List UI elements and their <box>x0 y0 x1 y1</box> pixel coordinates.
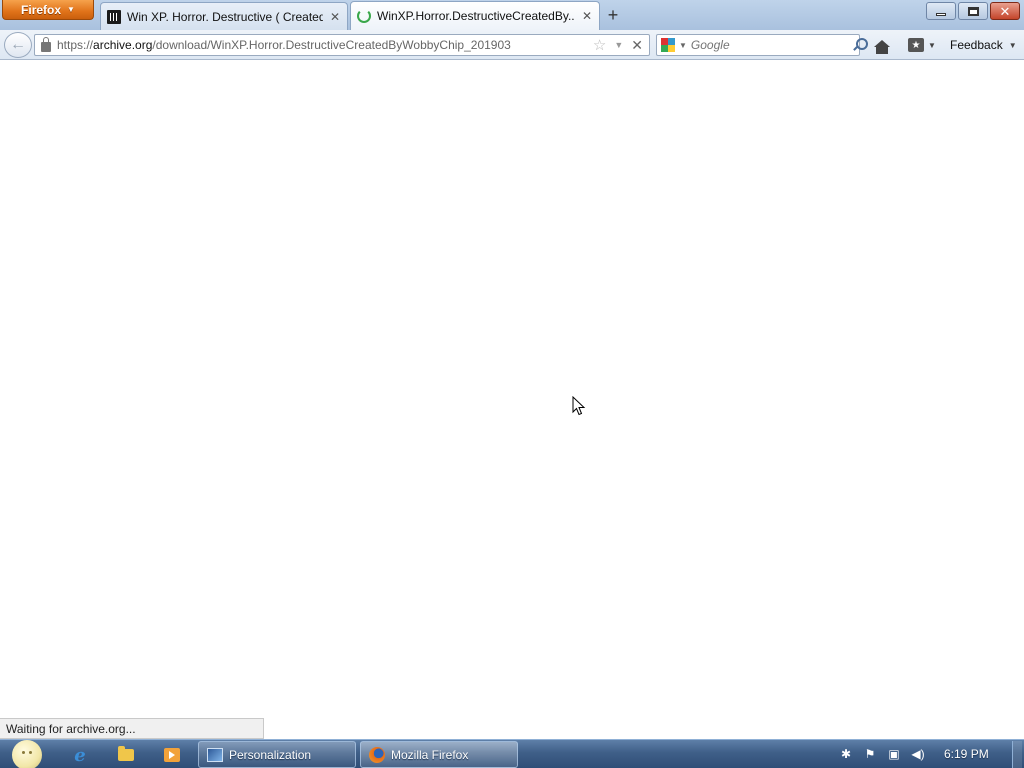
new-tab-button[interactable]: + <box>600 3 626 27</box>
title-bar: Firefox ▼ Win XP. Horror. Destructive ( … <box>0 0 1024 30</box>
volume-icon[interactable]: ◀) <box>910 746 926 762</box>
folder-icon <box>118 746 134 761</box>
archive-icon <box>107 9 121 24</box>
status-text: Waiting for archive.org... <box>6 722 136 736</box>
internet-explorer-icon: e <box>74 744 86 766</box>
search-bar: ▼ <box>656 34 869 56</box>
chevron-down-icon: ▼ <box>928 40 936 50</box>
minimize-button[interactable] <box>926 2 956 20</box>
chevron-down-icon: ▼ <box>1008 40 1017 50</box>
system-tray: ✱ ⚑ ▣ ◀) <box>838 746 926 762</box>
chevron-down-icon: ▼ <box>67 5 75 14</box>
search-input[interactable] <box>690 38 848 52</box>
personalization-icon <box>207 747 223 762</box>
start-button[interactable] <box>8 739 46 768</box>
page-content <box>0 61 1024 739</box>
history-dropdown-icon[interactable]: ▼ <box>614 40 623 50</box>
back-button[interactable]: ← <box>4 32 32 58</box>
taskbar: e Personalization Mozilla Firefox ✱ ⚑ ▣ … <box>0 739 1024 768</box>
tab-archive-page[interactable]: Win XP. Horror. Destructive ( Created ..… <box>100 2 348 30</box>
feedback-label: Feedback <box>950 38 1003 52</box>
url-host: archive.org <box>93 38 153 52</box>
status-bar: Waiting for archive.org... <box>0 718 264 739</box>
taskbar-button-label: Personalization <box>229 747 312 762</box>
url-path: /download/WinXP.Horror.DestructiveCreate… <box>152 38 511 52</box>
url-bar[interactable]: https://archive.org/download/WinXP.Horro… <box>34 34 650 56</box>
tab-download-page[interactable]: WinXP.Horror.DestructiveCreatedBy... ✕ <box>350 1 600 30</box>
mouse-cursor-icon <box>572 396 586 416</box>
back-arrow-icon: ← <box>10 36 26 53</box>
taskbar-button-firefox[interactable]: Mozilla Firefox <box>360 741 518 768</box>
close-tab-icon[interactable]: ✕ <box>581 9 593 23</box>
plus-icon: + <box>607 4 619 25</box>
stop-icon[interactable]: ✕ <box>631 37 643 54</box>
feedback-button[interactable]: Feedback ▼ <box>950 36 1020 54</box>
url-text[interactable]: https://archive.org/download/WinXP.Horro… <box>57 38 587 52</box>
home-icon <box>874 39 890 54</box>
taskbar-button-label: Mozilla Firefox <box>391 747 469 762</box>
start-orb-icon <box>12 739 42 768</box>
search-icon[interactable] <box>852 38 869 52</box>
clock[interactable]: 6:19 PM <box>944 747 989 761</box>
lock-icon <box>41 36 51 52</box>
home-button[interactable] <box>870 36 894 56</box>
show-desktop-button[interactable] <box>1012 741 1022 768</box>
firefox-menu-button[interactable]: Firefox ▼ <box>2 0 94 20</box>
action-center-flag-icon[interactable]: ⚑ <box>862 746 878 762</box>
close-icon: ✕ <box>999 3 1011 19</box>
google-engine-icon[interactable] <box>661 38 675 52</box>
firefox-icon <box>369 746 385 763</box>
tab-label: Win XP. Horror. Destructive ( Created ..… <box>127 9 323 24</box>
restore-button[interactable] <box>958 2 988 20</box>
bookmarks-button[interactable]: ★ ▼ <box>908 36 942 54</box>
quick-launch-explorer[interactable] <box>116 745 136 765</box>
chevron-down-icon[interactable]: ▼ <box>679 41 687 50</box>
network-icon[interactable]: ✱ <box>838 746 854 762</box>
bookmark-star-icon[interactable]: ☆ <box>593 36 606 54</box>
loading-spinner-icon <box>357 9 371 23</box>
navigation-toolbar: ← https://archive.org/download/WinXP.Hor… <box>0 30 1024 60</box>
url-scheme: https:// <box>57 38 94 52</box>
minimize-icon <box>936 12 946 16</box>
close-window-button[interactable]: ✕ <box>990 2 1020 20</box>
taskbar-button-personalization[interactable]: Personalization <box>198 741 356 768</box>
display-icon[interactable]: ▣ <box>886 746 902 762</box>
restore-icon <box>967 6 979 16</box>
firefox-menu-label: Firefox <box>21 2 62 17</box>
tab-label: WinXP.Horror.DestructiveCreatedBy... <box>377 9 575 23</box>
bookmarks-icon: ★ <box>908 38 924 52</box>
quick-launch-internet-explorer[interactable]: e <box>70 744 90 766</box>
quick-launch-media-player[interactable] <box>162 745 182 765</box>
close-tab-icon[interactable]: ✕ <box>329 10 341 24</box>
media-player-icon <box>164 748 180 762</box>
